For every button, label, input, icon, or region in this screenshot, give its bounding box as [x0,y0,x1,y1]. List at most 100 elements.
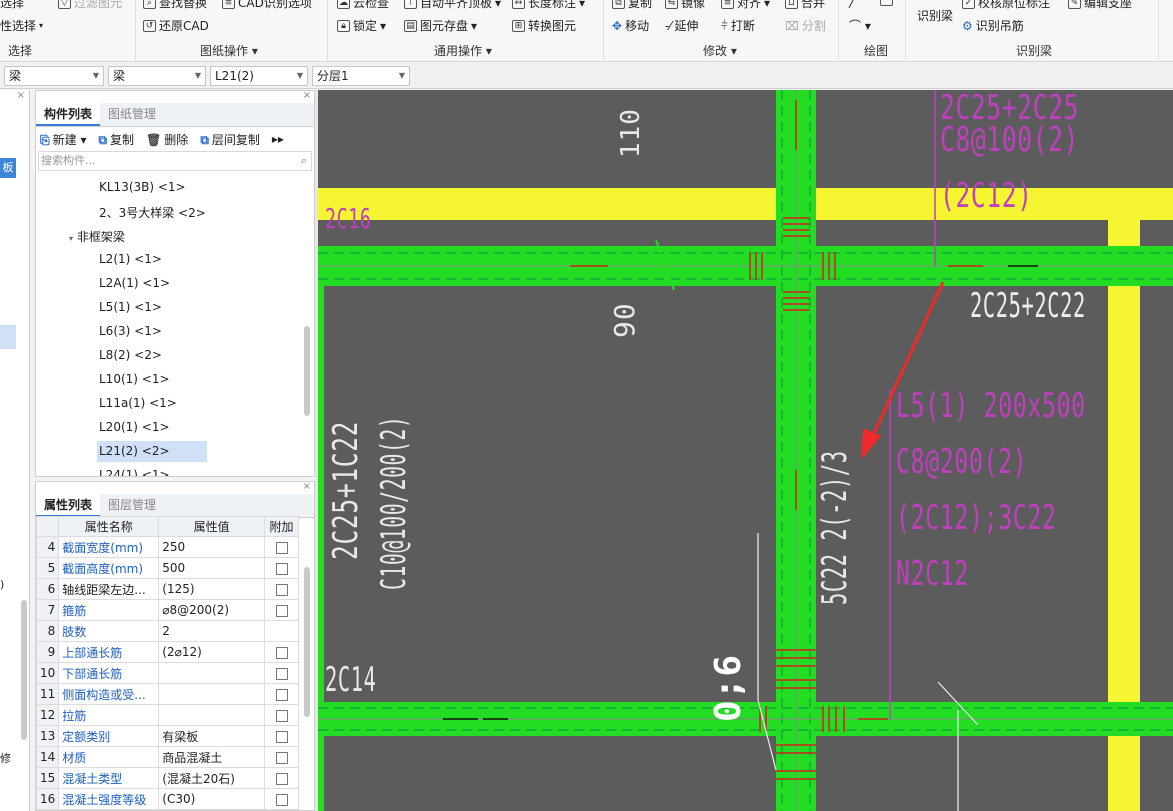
attach-checkbox[interactable] [264,788,299,810]
table-row[interactable]: 13 定额类别 有梁板 [35,725,299,747]
attr-select-button[interactable]: 性选择 ▾ [0,17,43,34]
component-search-input[interactable]: 搜索构件... ⌕ [38,151,312,171]
list-item[interactable]: L6(3) <1> [99,324,162,338]
move-button[interactable]: ✥ 移动 [612,17,649,34]
component-select[interactable]: L21(2) ▼ [210,66,308,86]
scrollbar[interactable] [21,600,27,740]
layer-select[interactable]: 分层1 ▼ [312,66,410,86]
floor-copy-button[interactable]: ⧉ 层间复制 [200,131,260,148]
align-button[interactable]: ≡ 对齐 ▾ [721,0,770,11]
tree-group-nonframe[interactable]: ▾ 非框架梁 [69,228,125,245]
extend-button[interactable]: -⁄ 延伸 [665,17,698,34]
table-row[interactable]: 12 拉筋 [35,704,299,726]
table-row[interactable]: 14 材质 商品混凝土 [35,746,299,768]
check-annotation-button[interactable]: ✓ 校核原位标注 [962,0,1050,11]
list-item[interactable]: L2(1) <1> [99,252,162,266]
category-select[interactable]: 梁 ▼ [108,66,206,86]
close-icon[interactable]: × [303,90,311,101]
attach-checkbox[interactable] [264,599,299,621]
property-value[interactable] [158,704,265,726]
table-row[interactable]: 9 上部通长筋 (2⌀12) [35,641,299,663]
property-value[interactable]: 250 [158,536,265,558]
split-button[interactable]: ⌧ 分割 [785,17,826,34]
list-item[interactable]: L8(2) <2> [99,348,162,362]
attach-checkbox[interactable] [264,746,299,768]
select-button[interactable]: 选择 [0,0,24,11]
table-row[interactable]: 8 肢数 2 [35,620,299,642]
find-replace-button[interactable]: ⌕ 查找替换 [143,0,207,11]
attach-checkbox[interactable] [264,683,299,705]
lock-button[interactable]: 🔒︎ 锁定 ▾ [337,17,386,34]
length-dim-button[interactable]: ↔ 长度标注 ▾ [512,0,585,11]
attach-checkbox[interactable] [264,725,299,747]
property-value[interactable]: (125) [158,578,265,600]
convert-element-button[interactable]: ⊞ 转换图元 [512,17,576,34]
list-item[interactable]: L20(1) <1> [99,420,170,434]
tab-drawing-manage[interactable]: 图纸管理 [100,103,164,126]
nav-item-slab[interactable]: 板 [0,158,16,178]
nav-item-selected[interactable] [0,325,16,349]
property-value[interactable]: (混凝土20石) [158,767,265,789]
filter-button[interactable]: ▽ 过滤图元 [58,0,122,11]
property-value[interactable]: 500 [158,557,265,579]
list-item[interactable]: L11a(1) <1> [99,396,177,410]
cloud-check-button[interactable]: ☁ 云检查 [337,0,389,11]
mirror-button[interactable]: ⇋ 镜像 [665,0,705,11]
identify-beam-button[interactable]: 识别梁 [917,7,953,24]
copy-component-button[interactable]: ⧉ 复制 [98,131,134,148]
identify-hanger-button[interactable]: ⚙ 识别吊筋 [962,17,1024,34]
attach-checkbox[interactable] [264,578,299,600]
table-row[interactable]: 6 轴线距梁左边... (125) [35,578,299,600]
table-row[interactable]: 7 箍筋 ⌀8@200(2) [35,599,299,621]
property-value[interactable] [158,683,265,705]
list-item[interactable]: 2、3号大样梁 <2> [99,204,206,221]
table-row[interactable]: 15 混凝土类型 (混凝土20石) [35,767,299,789]
attach-checkbox[interactable] [264,536,299,558]
attach-checkbox[interactable] [264,641,299,663]
delete-button[interactable]: 🗑︎ 删除 [146,131,188,148]
list-item-selected[interactable]: L21(2) <2> [97,441,207,462]
property-value[interactable]: 有梁板 [158,725,265,747]
table-row[interactable]: 10 下部通长筋 [35,662,299,684]
merge-button[interactable]: ⊔ 合并 [785,0,825,11]
list-item[interactable]: L10(1) <1> [99,372,170,386]
attach-checkbox[interactable] [264,704,299,726]
attach-checkbox[interactable] [264,767,299,789]
close-icon[interactable]: × [303,481,311,492]
scrollbar[interactable] [304,326,310,416]
new-button[interactable]: ⎘ 新建 ▾ [40,131,86,148]
property-value[interactable]: (C30) [158,788,265,810]
rect-draw-button[interactable] [880,0,893,6]
attach-checkbox[interactable] [264,557,299,579]
table-row[interactable]: 4 截面宽度(mm) 250 [35,536,299,558]
property-value[interactable]: 2 [158,620,265,642]
list-item[interactable]: KL13(3B) <1> [99,180,186,194]
list-item[interactable]: L24(1) <1> [99,468,170,476]
cad-canvas[interactable]: 2C16 110 90 2C25+2C25 C8@100(2) (2C12) 2… [318,90,1173,811]
property-value[interactable]: ⌀8@200(2) [158,599,265,621]
table-row[interactable]: 11 侧面构造或受... [35,683,299,705]
copy-button[interactable]: ⧉ 复制 [612,0,652,11]
break-button[interactable]: ⫩ 打断 [721,17,755,34]
cad-options-button[interactable]: ≡ CAD识别选项 [222,0,312,11]
attach-checkbox[interactable] [264,620,299,642]
attach-checkbox[interactable] [264,662,299,684]
property-value[interactable]: 商品混凝土 [158,746,265,768]
save-element-button[interactable]: ▤ 图元存盘 ▾ [404,17,477,34]
list-item[interactable]: L5(1) <1> [99,300,162,314]
align-top-button[interactable]: ⊤ 自动平齐顶板 ▾ [404,0,501,11]
scrollbar[interactable] [304,567,310,717]
close-icon[interactable]: × [17,90,25,101]
more-icon[interactable]: ▸▸ [272,132,284,146]
list-item[interactable]: L2A(1) <1> [99,276,170,290]
tab-property-list[interactable]: 属性列表 [36,494,101,517]
floor-type-select[interactable]: 梁 ▼ [4,66,104,86]
restore-cad-button[interactable]: ↺ 还原CAD [143,17,209,34]
property-value[interactable]: (2⌀12) [158,641,265,663]
table-row[interactable]: 16 混凝土强度等级 (C30) [35,788,299,810]
table-row[interactable]: 5 截面高度(mm) 500 [35,557,299,579]
property-value[interactable] [158,662,265,684]
line-draw-button[interactable]: ╱ [849,0,856,8]
edit-support-button[interactable]: ✎ 编辑支座 [1068,0,1132,11]
tab-layer-manage[interactable]: 图层管理 [100,494,164,517]
